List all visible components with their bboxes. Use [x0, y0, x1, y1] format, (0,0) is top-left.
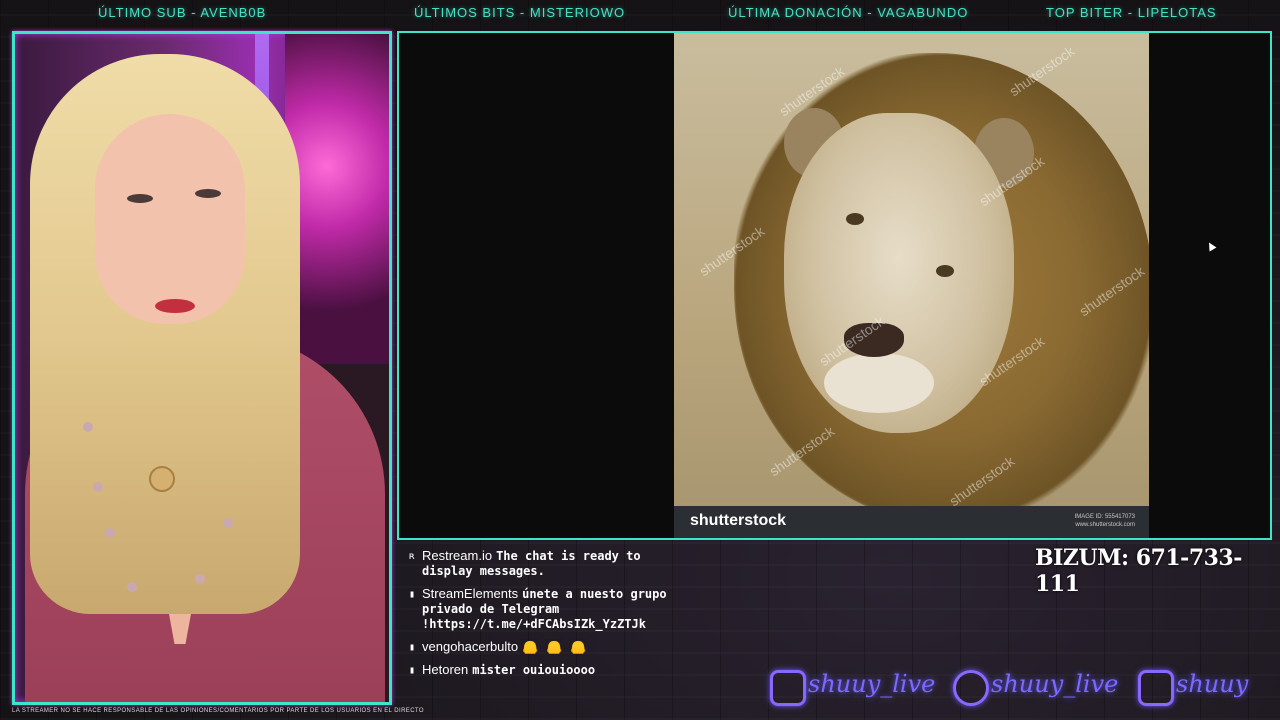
chat-username: vengohacerbulto: [422, 639, 519, 654]
eye-left: [127, 194, 153, 203]
twitch-handle: shuuy: [1176, 670, 1249, 698]
social-twitch: shuuy: [1138, 668, 1268, 706]
chat-username: StreamElements: [422, 586, 519, 601]
chat-message: ʀ Restream.io The chat is ready to displa…: [408, 548, 678, 579]
chat-emotes: 🦲 🦲 🦲: [522, 640, 587, 655]
chat-username: Hetoren: [422, 662, 469, 677]
latest-bits-label: ÚLTIMOS BITS - MISTERIOWO: [414, 5, 626, 20]
latest-donation-label: ÚLTIMA DONACIÓN - VAGABUNDO: [728, 5, 969, 20]
latest-sub-label: ÚLTIMO SUB - AVENB0B: [98, 5, 267, 20]
streamer-lips: [155, 299, 195, 313]
image-id: IMAGE ID: 555417073 www.shutterstock.com: [1075, 513, 1135, 529]
streamer-face: [95, 114, 245, 324]
lion-eye-left: [846, 213, 864, 225]
alerts-bar: ÚLTIMO SUB - AVENB0B ÚLTIMOS BITS - MIST…: [0, 0, 1280, 26]
webcam-feed: [12, 31, 392, 705]
instagram-icon: [770, 670, 806, 706]
twitch-icon: ▮: [409, 642, 416, 653]
instagram-handle: shuuy_live: [808, 670, 936, 698]
chat-overlay: ʀ Restream.io The chat is ready to displa…: [408, 548, 678, 685]
lion-stock-photo: shutterstock shutterstock shutterstock s…: [674, 33, 1149, 538]
twitch-icon: [1138, 670, 1174, 706]
chat-message: ▮ vengohacerbulto 🦲 🦲 🦲: [408, 639, 678, 655]
chat-message: ▮ Hetoren mister ouiouioooo: [408, 662, 678, 678]
shutterstock-logo: shutterstock: [690, 512, 787, 529]
sweater-button: [83, 422, 93, 432]
restream-icon: ʀ: [409, 551, 416, 562]
sweater-button: [195, 574, 205, 584]
eye-right: [195, 189, 221, 198]
photo-footer: shutterstock IMAGE ID: 555417073 www.shu…: [674, 506, 1149, 538]
twitch-icon: ▮: [409, 589, 416, 600]
image-id-label: IMAGE ID: 555417073: [1074, 514, 1135, 520]
sweater-button: [223, 518, 233, 528]
sweater-button: [93, 482, 103, 492]
twitch-icon: ▮: [409, 665, 416, 676]
mouse-cursor-icon: [1205, 240, 1217, 252]
disclaimer: LA STREAMER NO SE HACE RESPONSABLE DE LA…: [12, 708, 424, 714]
chat-message: ▮ StreamElements únete a nuesto grupo pri…: [408, 586, 678, 632]
chat-username: Restream.io: [422, 548, 493, 563]
lion-eye-right: [936, 265, 954, 277]
social-twitter: shuuy_live: [953, 668, 1123, 706]
sweater-button: [127, 582, 137, 592]
pendant-necklace: [149, 466, 175, 492]
bizum-number: BIZUM: 671-733-111: [1035, 545, 1242, 597]
image-site: www.shutterstock.com: [1075, 522, 1135, 528]
wall-art: [285, 34, 389, 364]
twitter-icon: [953, 670, 989, 706]
lion-muzzle: [824, 353, 934, 413]
sweater-button: [105, 528, 115, 538]
twitter-handle: shuuy_live: [991, 670, 1119, 698]
top-biter-label: TOP BITER - LIPELOTAS: [1046, 5, 1217, 20]
chat-text: mister ouiouioooo: [472, 663, 596, 677]
screen-share: shutterstock shutterstock shutterstock s…: [397, 31, 1272, 540]
social-instagram: shuuy_live: [770, 668, 940, 706]
